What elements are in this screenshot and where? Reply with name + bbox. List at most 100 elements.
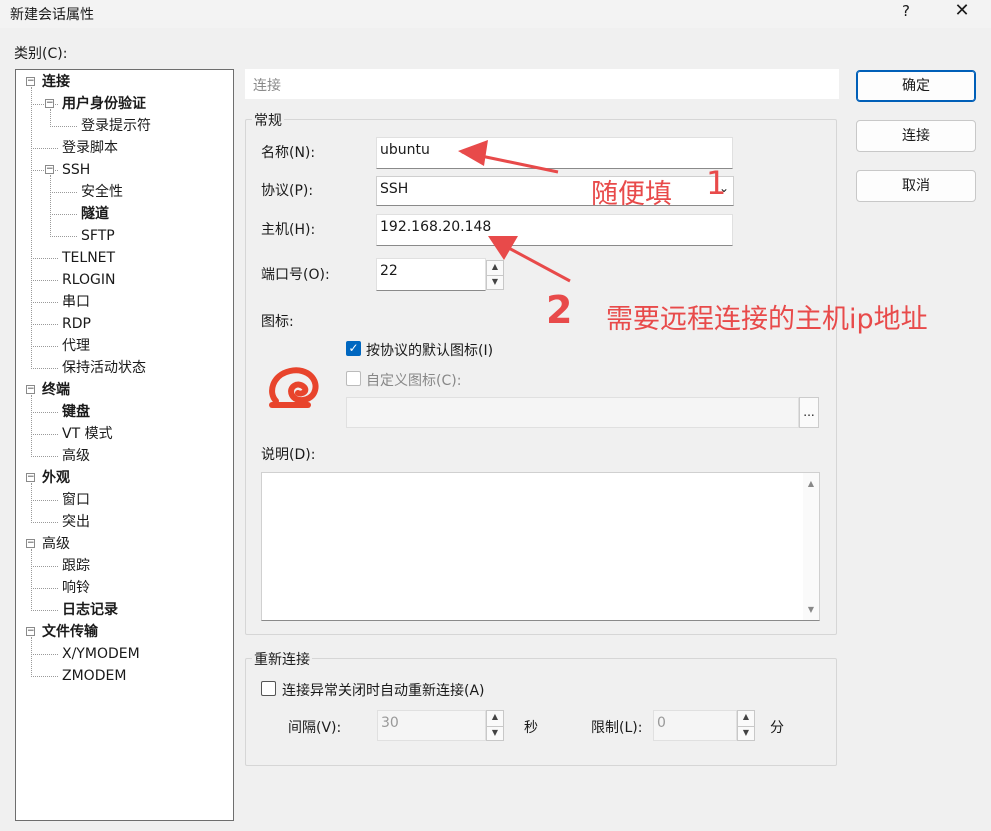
category-label: 类别(C): — [14, 46, 68, 62]
tree-expander-icon[interactable]: − — [26, 627, 35, 636]
tree-item[interactable]: 终端 — [42, 381, 70, 399]
tree-connector — [31, 456, 58, 457]
spin-up-icon[interactable]: ▲ — [487, 261, 503, 275]
tree-item[interactable]: 键盘 — [62, 403, 90, 421]
spin-down-icon[interactable]: ▼ — [487, 725, 503, 741]
tree-item[interactable]: 连接 — [42, 73, 70, 91]
tree-item[interactable]: 保持活动状态 — [62, 359, 146, 377]
tree-branch-line — [31, 483, 32, 523]
default-icon-label: 按协议的默认图标(I) — [366, 343, 494, 359]
tree-connector — [31, 324, 58, 325]
session-icon — [269, 367, 319, 408]
custom-icon-checkbox[interactable] — [346, 371, 361, 386]
tree-expander-icon[interactable]: − — [26, 77, 35, 86]
annotation-num-1: 1 — [706, 164, 727, 202]
tree-item[interactable]: 登录脚本 — [62, 139, 118, 157]
tree-item[interactable]: 日志记录 — [62, 601, 118, 619]
tree-item[interactable]: 跟踪 — [62, 557, 90, 575]
scrollbar[interactable]: ▲ ▼ — [803, 473, 819, 620]
annotation-note-1: 随便填 — [591, 179, 672, 210]
spin-down-icon[interactable]: ▼ — [487, 275, 503, 289]
spin-up-icon[interactable]: ▲ — [738, 711, 754, 726]
tree-connector — [31, 566, 58, 567]
custom-icon-path — [346, 397, 799, 428]
limit-label: 限制(L): — [591, 720, 643, 736]
tree-branch-line — [31, 87, 32, 369]
tree-item[interactable]: 高级 — [42, 535, 70, 553]
port-spinner[interactable]: ▲ ▼ — [486, 260, 504, 290]
tree-item[interactable]: SFTP — [81, 227, 115, 245]
help-button[interactable]: ? — [896, 2, 916, 24]
tree-item[interactable]: 用户身份验证 — [62, 95, 146, 113]
limit-spinner[interactable]: ▲ ▼ — [737, 710, 755, 741]
reconnect-legend: 重新连接 — [252, 649, 312, 669]
tree-connector — [50, 236, 77, 237]
category-header: 连接 — [245, 69, 839, 99]
tree-item[interactable]: SSH — [62, 161, 90, 179]
tree-item[interactable]: 安全性 — [81, 183, 123, 201]
port-input[interactable]: 22 — [376, 258, 486, 291]
tree-expander-icon[interactable]: − — [45, 165, 54, 174]
auto-reconnect-checkbox[interactable] — [261, 681, 276, 696]
protocol-value: SSH — [380, 181, 409, 197]
annotation-num-2: 2 — [546, 288, 573, 332]
title-bar — [0, 0, 991, 28]
tree-item[interactable]: 代理 — [62, 337, 90, 355]
cancel-button[interactable]: 取消 — [856, 170, 976, 202]
scroll-up-icon[interactable]: ▲ — [803, 479, 819, 488]
name-label: 名称(N): — [261, 145, 316, 161]
protocol-label: 协议(P): — [261, 183, 314, 199]
limit-unit: 分 — [770, 720, 784, 736]
auto-reconnect-label: 连接异常关闭时自动重新连接(A) — [282, 683, 485, 699]
protocol-select[interactable]: SSH ⌄ — [376, 176, 734, 206]
tree-item[interactable]: VT 模式 — [62, 425, 113, 443]
host-input[interactable]: 192.168.20.148 — [376, 214, 733, 246]
interval-input[interactable]: 30 — [377, 710, 486, 741]
spin-down-icon[interactable]: ▼ — [738, 725, 754, 741]
tree-connector — [31, 258, 58, 259]
spin-up-icon[interactable]: ▲ — [487, 711, 503, 726]
tree-item[interactable]: RDP — [62, 315, 91, 333]
tree-item[interactable]: RLOGIN — [62, 271, 116, 289]
tree-connector — [31, 676, 58, 677]
category-tree[interactable]: 连接 − 用户身份验证 − 登录提示符 登录脚本 SSH − 安全性 隧道 SFTP TELNET RL… — [15, 69, 234, 821]
tree-connector — [50, 126, 77, 127]
tree-item[interactable]: 文件传输 — [42, 623, 98, 641]
tree-item[interactable]: 高级 — [62, 447, 90, 465]
tree-connector — [31, 500, 58, 501]
scroll-down-icon[interactable]: ▼ — [803, 605, 819, 614]
icon-label: 图标: — [261, 314, 294, 330]
tree-connector — [31, 654, 58, 655]
name-input[interactable]: ubuntu — [376, 137, 733, 169]
tree-expander-icon[interactable]: − — [26, 385, 35, 394]
interval-unit: 秒 — [524, 720, 538, 736]
tree-connector — [31, 412, 58, 413]
tree-connector — [31, 302, 58, 303]
default-icon-checkbox[interactable]: ✓ — [346, 341, 361, 356]
ok-button[interactable]: 确定 — [856, 70, 976, 102]
description-textarea[interactable]: ▲ ▼ — [261, 472, 820, 621]
tree-item[interactable]: 外观 — [42, 469, 70, 487]
tree-item[interactable]: 串口 — [62, 293, 90, 311]
tree-item[interactable]: ZMODEM — [62, 667, 126, 685]
tree-item[interactable]: 登录提示符 — [81, 117, 151, 135]
tree-item[interactable]: TELNET — [62, 249, 115, 267]
interval-spinner[interactable]: ▲ ▼ — [486, 710, 504, 741]
tree-connector — [50, 192, 77, 193]
tree-item[interactable]: 隧道 — [81, 205, 109, 223]
tree-expander-icon[interactable]: − — [26, 473, 35, 482]
close-button[interactable]: ✕ — [950, 0, 974, 24]
tree-item[interactable]: 响铃 — [62, 579, 90, 597]
limit-input[interactable]: 0 — [653, 710, 737, 741]
tree-connector — [31, 588, 58, 589]
tree-expander-icon[interactable]: − — [26, 539, 35, 548]
window-title: 新建会话属性 — [10, 7, 94, 23]
connect-button[interactable]: 连接 — [856, 120, 976, 152]
browse-button[interactable]: ... — [799, 397, 819, 428]
tree-item[interactable]: X/YMODEM — [62, 645, 140, 663]
tree-expander-icon[interactable]: − — [45, 99, 54, 108]
tree-connector — [31, 280, 58, 281]
tree-item[interactable]: 窗口 — [62, 491, 90, 509]
tree-item[interactable]: 突出 — [62, 513, 90, 531]
tree-branch-line — [50, 175, 51, 237]
